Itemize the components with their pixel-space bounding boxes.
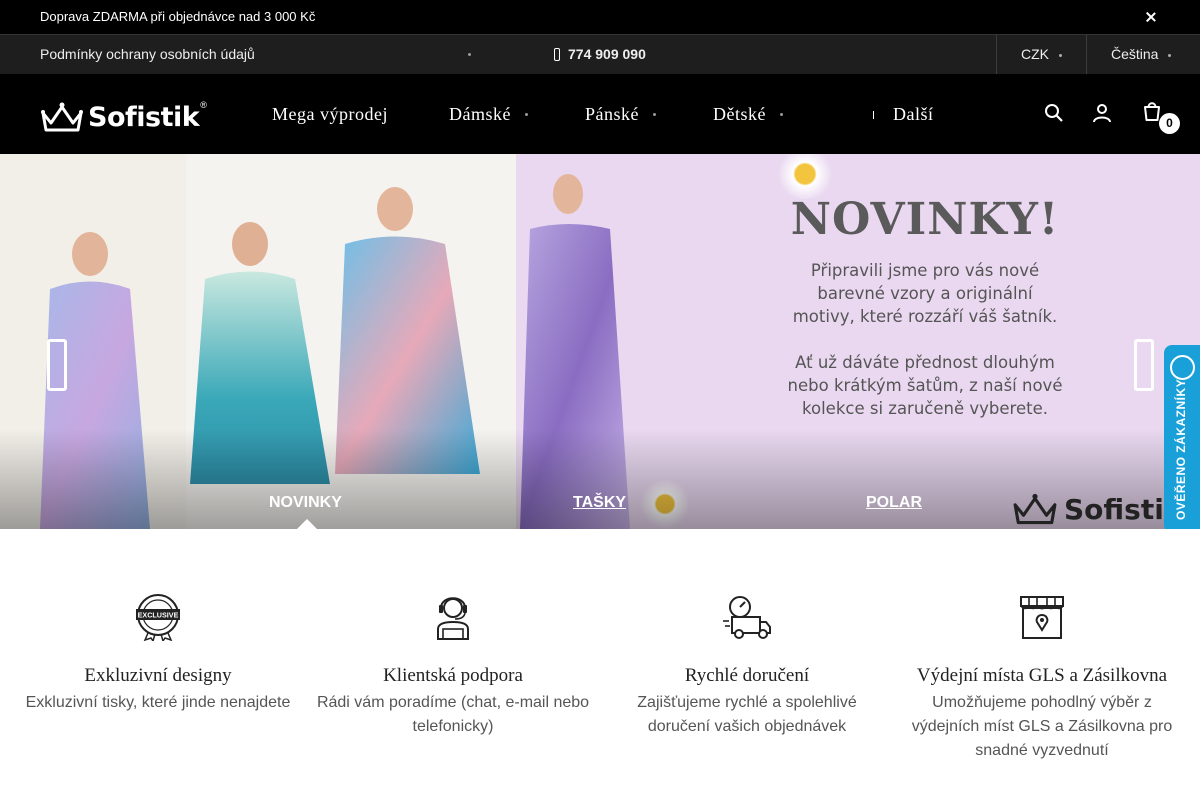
crown-logo-icon [41, 102, 83, 132]
phone-number: 774 909 090 [568, 46, 646, 62]
features-section: EXCLUSIVE Exkluzivní designy Exkluzivní … [0, 529, 1200, 800]
currency-select[interactable]: CZK [1021, 46, 1062, 62]
feature-support: Klientská podpora Rádi vám poradíme (cha… [308, 591, 598, 739]
feature-desc-line: telefonicky) [412, 718, 494, 735]
feature-title: Rychlé doručení [684, 665, 810, 686]
hero-line: nebo krátkým šatům, z naší nové [787, 376, 1063, 395]
feature-title: Exkluzivní designy [84, 665, 232, 686]
pickup-store-icon [1020, 596, 1064, 639]
feature-desc-line: Zajišťujeme rychlé a spolehlivé [637, 694, 857, 711]
chevron-down-icon [779, 113, 783, 116]
nav-dalsi[interactable]: Další [873, 104, 934, 125]
site-logo[interactable]: Sofistik ® [40, 100, 207, 134]
divider [996, 35, 997, 75]
feature-title: Klientská podpora [383, 665, 523, 686]
chevron-down-icon [653, 113, 656, 116]
nav-label: Dámské [449, 104, 511, 124]
cart-count-badge[interactable]: 0 [1159, 113, 1180, 134]
feature-description: Umožňujeme pohodlný výběr z výdejních mí… [897, 691, 1187, 763]
nav-label: Pánské [585, 104, 639, 124]
slider-tab-tasky[interactable]: TAŠKY [573, 494, 626, 512]
feature-desc-line: snadné vyzvednutí [975, 742, 1109, 759]
exclusive-badge-icon: EXCLUSIVE [136, 594, 180, 641]
slider-tab-polar[interactable]: POLAR [866, 494, 922, 512]
info-bar: Podmínky ochrany osobních údajů 774 909 … [0, 34, 1200, 75]
logo-registered: ® [200, 100, 207, 110]
hero-watermark-logo: Sofistik [1012, 492, 1182, 526]
verified-customers-badge[interactable]: OVĚŘENO ZÁKAZNÍKY [1164, 345, 1200, 533]
feature-delivery: Rychlé doručení Zajišťujeme rychlé a spo… [602, 591, 892, 739]
main-header: Sofistik ® Mega výprodej Dámské Pánské D… [0, 74, 1200, 154]
user-icon[interactable] [1091, 102, 1113, 124]
verified-badge-text: OVĚŘENO ZÁKAZNÍKY [1174, 378, 1188, 520]
divider [1086, 35, 1087, 75]
nav-panske[interactable]: Pánské [585, 104, 656, 125]
exclusive-badge-text: EXCLUSIVE [138, 611, 179, 620]
crown-logo-icon [1013, 493, 1057, 525]
hero-title: NOVINKY! [790, 194, 1060, 245]
prev-slide-arrow-icon[interactable] [47, 339, 67, 391]
chevron-down-icon[interactable] [468, 53, 471, 56]
feature-pickup: Výdejní místa GLS a Zásilkovna Umožňujem… [897, 591, 1187, 763]
nav-damske[interactable]: Dámské [449, 104, 528, 125]
nav-label: Další [893, 104, 934, 124]
flower-decoration [775, 154, 835, 199]
close-icon[interactable] [1142, 8, 1160, 26]
delivery-truck-icon [723, 596, 771, 639]
feature-description: Zajišťujeme rychlé a spolehlivé doručení… [602, 691, 892, 739]
hero-line: kolekce si zaručeně vyberete. [802, 399, 1048, 418]
phone-icon [554, 48, 560, 61]
feature-desc-line: Exkluzivní tisky, které jinde nenajdete [25, 694, 291, 711]
menu-icon [873, 111, 877, 119]
chevron-down-icon [1059, 54, 1062, 57]
hero-line: motivy, které rozzáří váš šatník. [792, 307, 1058, 326]
announcement-text: Doprava ZDARMA při objednávce nad 3 000 … [40, 9, 316, 24]
chevron-down-icon [524, 113, 528, 116]
nav-mega-vyprodej[interactable]: Mega výprodej [272, 104, 388, 125]
hero-slider: NOVINKY! Připravili jsme pro vás nové ba… [0, 154, 1200, 529]
nav-detske[interactable]: Dětské [713, 104, 783, 125]
feature-exclusive: EXCLUSIVE Exkluzivní designy Exkluzivní … [13, 591, 303, 715]
feature-desc-line: doručení vašich objednávek [647, 718, 847, 735]
logo-text: Sofistik [88, 101, 200, 133]
hero-text-block: NOVINKY! Připravili jsme pro vás nové ba… [760, 194, 1090, 420]
slider-tab-novinky[interactable]: NOVINKY [269, 494, 342, 512]
search-icon[interactable] [1043, 102, 1065, 124]
privacy-link[interactable]: Podmínky ochrany osobních údajů [40, 46, 255, 62]
announcement-bar: Doprava ZDARMA při objednávce nad 3 000 … [0, 0, 1200, 34]
currency-label: CZK [1021, 46, 1049, 62]
hero-line: Ať už dáváte přednost dlouhým [795, 353, 1055, 372]
chevron-down-icon [1168, 54, 1172, 57]
hero-line: Připravili jsme pro vás nové [810, 261, 1040, 280]
language-select[interactable]: Čeština [1111, 46, 1172, 62]
hero-paragraph: Ať už dáváte přednost dlouhým nebo krátk… [760, 351, 1090, 420]
feature-description: Exkluzivní tisky, které jinde nenajdete [13, 691, 303, 715]
hero-paragraph: Připravili jsme pro vás nové barevné vzo… [760, 259, 1090, 328]
feature-desc-line: Umožňujeme pohodlný výběr z [932, 694, 1152, 711]
phone-link[interactable]: 774 909 090 [554, 46, 646, 62]
support-agent-icon [437, 597, 469, 640]
feature-title: Výdejní místa GLS a Zásilkovna [916, 665, 1168, 686]
feature-desc-line: výdejních míst GLS a Zásilkovna pro [911, 718, 1173, 735]
feature-description: Rádi vám poradíme (chat, e-mail nebo tel… [308, 691, 598, 739]
next-slide-arrow-icon[interactable] [1134, 339, 1154, 391]
language-label: Čeština [1111, 46, 1159, 62]
nav-label: Dětské [713, 104, 766, 124]
hero-line: barevné vzory a originální [817, 284, 1033, 303]
feature-desc-line: Rádi vám poradíme (chat, e-mail nebo [316, 694, 590, 711]
active-tab-indicator [297, 519, 317, 529]
nav-label: Mega výprodej [272, 104, 388, 124]
